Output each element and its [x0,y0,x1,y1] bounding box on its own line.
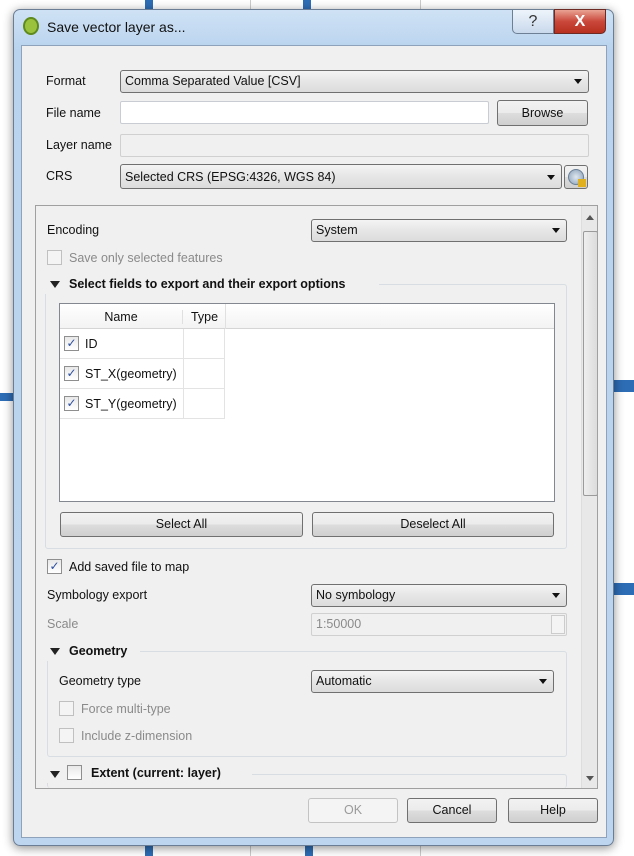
symbology-label: Symbology export [47,588,148,602]
extent-group-title: Extent (current: layer) [91,766,221,780]
geometry-group-title: Geometry [69,644,128,658]
format-value: Comma Separated Value [CSV] [125,74,301,88]
force-multi-label: Force multi-type [81,702,171,716]
format-label: Format [46,74,86,88]
layername-label: Layer name [46,138,113,152]
chevron-down-icon [552,593,560,598]
close-button[interactable]: X [554,9,606,34]
browse-button[interactable]: Browse [497,100,588,126]
table-row[interactable]: ✓ ST_Y(geometry) [60,389,225,419]
format-select[interactable]: Comma Separated Value [CSV] [120,70,589,93]
window-title: Save vector layer as... [47,19,186,35]
symbology-value: No symbology [316,588,396,602]
scale-label: Scale [47,617,79,631]
encoding-value: System [316,223,358,237]
field-type [183,389,225,418]
add-to-map-label: Add saved file to map [69,560,190,574]
force-multi-checkbox[interactable] [59,701,74,716]
help-button[interactable]: Help [508,798,598,823]
spin-arrows-icon[interactable] [551,615,565,634]
filename-input[interactable] [120,101,489,124]
select-all-button[interactable]: Select All [60,512,303,537]
chevron-down-icon [547,175,555,180]
table-row[interactable]: ✓ ST_X(geometry) [60,359,225,389]
crs-select[interactable]: Selected CRS (EPSG:4326, WGS 84) [120,164,562,189]
column-header-type[interactable]: Type [184,310,225,324]
table-row[interactable]: ✓ ID [60,329,225,359]
field-name: ST_X(geometry) [85,367,177,381]
extent-checkbox[interactable] [67,765,82,780]
crs-selector-button[interactable] [564,165,588,189]
pencil-icon [578,179,586,187]
field-name: ID [85,337,98,351]
scrollbar[interactable] [581,206,597,788]
fields-table: Name Type ✓ ID ✓ ST_X(geometry) ✓ ST_Y(g… [59,303,555,502]
filename-label: File name [46,106,101,120]
collapse-triangle-icon[interactable] [50,281,60,288]
column-divider [225,304,226,329]
geometry-type-select[interactable]: Automatic [311,670,554,693]
qgis-logo-icon [23,17,39,35]
include-z-checkbox[interactable] [59,728,74,743]
crs-label: CRS [46,169,73,183]
layername-input[interactable] [120,134,589,157]
save-selected-checkbox[interactable] [47,250,62,265]
encoding-select[interactable]: System [311,219,567,242]
collapse-triangle-icon[interactable] [50,771,60,778]
field-checkbox[interactable]: ✓ [64,336,79,351]
column-header-name[interactable]: Name [60,310,183,324]
scroll-up-icon[interactable] [586,215,594,220]
scale-value: 1:50000 [316,617,362,631]
geometry-type-value: Automatic [316,674,372,688]
symbology-select[interactable]: No symbology [311,584,567,607]
deselect-all-button[interactable]: Deselect All [312,512,554,537]
crs-value: Selected CRS (EPSG:4326, WGS 84) [125,170,336,184]
help-title-button[interactable]: ? [512,9,554,34]
field-checkbox[interactable]: ✓ [64,366,79,381]
ok-button[interactable]: OK [308,798,398,823]
close-icon: X [574,13,586,30]
field-type [183,359,225,388]
cancel-button[interactable]: Cancel [407,798,497,823]
field-type [183,329,225,358]
fields-group-title: Select fields to export and their export… [69,277,346,291]
include-z-label: Include z-dimension [81,729,193,743]
add-to-map-checkbox[interactable]: ✓ [47,559,62,574]
help-icon: ? [528,13,538,30]
chevron-down-icon [552,228,560,233]
save-selected-label: Save only selected features [69,251,223,265]
chevron-down-icon [574,79,582,84]
scale-spinbox[interactable]: 1:50000 [311,613,567,636]
geometry-type-label: Geometry type [59,674,141,688]
scroll-down-icon[interactable] [586,776,594,781]
field-name: ST_Y(geometry) [85,397,177,411]
chevron-down-icon [539,679,547,684]
scroll-thumb[interactable] [583,231,597,496]
collapse-triangle-icon[interactable] [50,648,60,655]
field-checkbox[interactable]: ✓ [64,396,79,411]
encoding-label: Encoding [47,223,100,237]
